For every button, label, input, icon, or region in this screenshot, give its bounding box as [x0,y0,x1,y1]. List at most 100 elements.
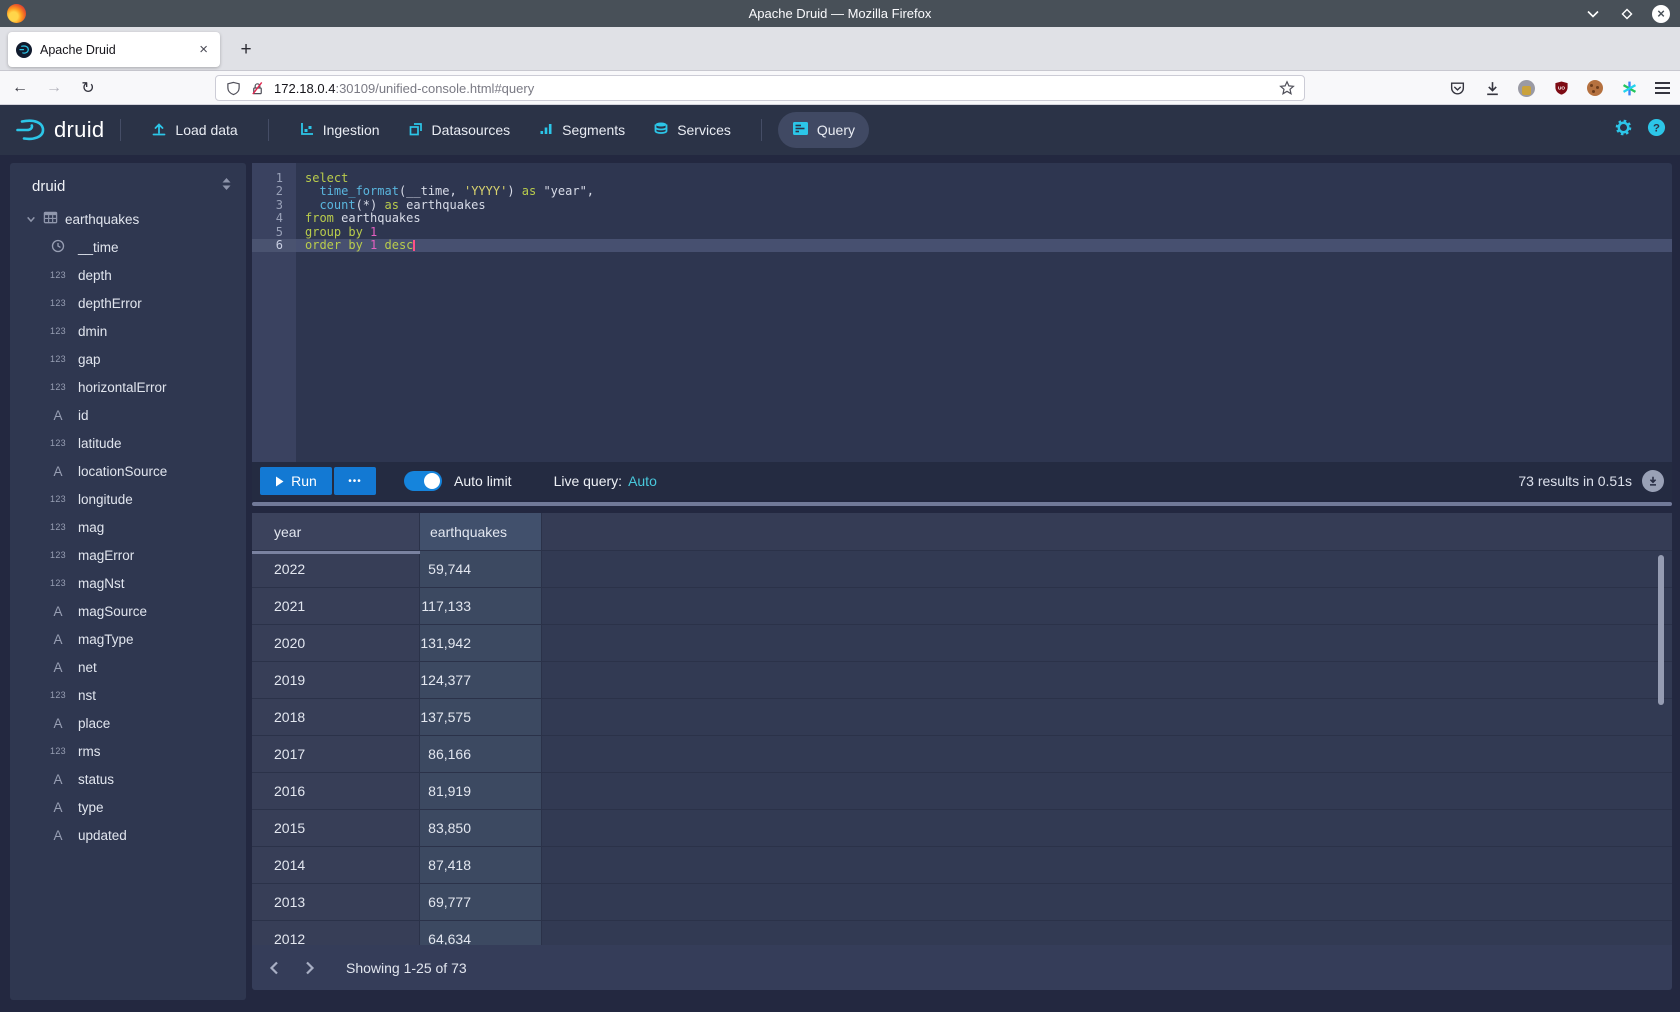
cell-earthquakes[interactable]: 59,744 [420,551,542,588]
url-bar[interactable]: 172.18.0.4:30109/unified-console.html#qu… [215,75,1305,101]
sidebar-table-earthquakes[interactable]: earthquakes [10,205,246,233]
help-icon[interactable]: ? [1647,118,1666,142]
editor-results-splitter[interactable] [252,502,1672,506]
live-query-label: Live query: [554,473,622,489]
sql-editor[interactable]: 123456 select time_format(__time, 'YYYY'… [252,163,1672,462]
new-tab-button[interactable]: + [232,36,260,64]
browser-tab-apache-druid[interactable]: Apache Druid × [8,32,220,67]
sidebar-column-magType[interactable]: AmagType [10,625,246,653]
druid-logo[interactable]: druid [14,116,104,144]
run-more-button[interactable]: ••• [334,467,376,495]
forward-icon[interactable]: → [40,75,68,101]
cell-year[interactable]: 2022 [252,551,420,588]
nav-item-query[interactable]: Query [778,112,869,148]
vertical-scrollbar[interactable] [1658,555,1664,705]
cell-earthquakes[interactable]: 117,133 [420,588,542,625]
nav-item-segments[interactable]: Segments [524,112,639,148]
cell-earthquakes[interactable]: 124,377 [420,662,542,699]
cell-earthquakes[interactable]: 137,575 [420,699,542,736]
sidebar-column-rms[interactable]: 123rms [10,737,246,765]
editor-gutter: 123456 [252,163,296,462]
menu-icon[interactable] [1655,82,1670,94]
cell-year[interactable]: 2021 [252,588,420,625]
sidebar-column-gap[interactable]: 123gap [10,345,246,373]
cell-year[interactable]: 2017 [252,736,420,773]
sidebar-column-dmin[interactable]: 123dmin [10,317,246,345]
next-page-icon[interactable] [296,954,324,982]
nav-item-load-data[interactable]: Load data [137,112,251,148]
cell-year[interactable]: 2019 [252,662,420,699]
column-header-year[interactable]: year [252,513,420,551]
cell-earthquakes[interactable]: 86,166 [420,736,542,773]
horizontal-scrollbar[interactable] [252,551,420,554]
chevron-down-icon[interactable] [26,214,36,224]
sort-toggle-icon[interactable] [221,177,232,195]
sidebar-column-status[interactable]: Astatus [10,765,246,793]
sidebar-column-id[interactable]: Aid [10,401,246,429]
multicolor-asterisk-icon[interactable] [1620,79,1638,97]
table-row: 2020131,942 [252,625,1672,662]
sidebar-column-magError[interactable]: 123magError [10,541,246,569]
tab-close-icon[interactable]: × [195,41,212,58]
sidebar-column-magNst[interactable]: 123magNst [10,569,246,597]
cell-year[interactable]: 2018 [252,699,420,736]
download-results-icon[interactable] [1642,470,1664,492]
sidebar-column-mag[interactable]: 123mag [10,513,246,541]
nav-item-ingestion[interactable]: Ingestion [285,112,394,148]
window-maximize-icon[interactable] [1618,5,1636,23]
cell-earthquakes[interactable]: 83,850 [420,810,542,847]
window-close-icon[interactable]: × [1652,5,1670,23]
cell-year[interactable]: 2015 [252,810,420,847]
schema-header: druid [10,163,246,205]
cell-earthquakes[interactable]: 69,777 [420,884,542,921]
prev-page-icon[interactable] [260,954,288,982]
cookie-icon[interactable] [1587,80,1603,96]
shield-icon[interactable] [224,79,242,97]
nav-item-label: Segments [562,122,625,138]
cell-earthquakes[interactable]: 64,634 [420,921,542,945]
sidebar-column-latitude[interactable]: 123latitude [10,429,246,457]
auto-limit-toggle[interactable] [404,471,442,491]
sidebar-column-depth[interactable]: 123depth [10,261,246,289]
window-minimize-icon[interactable] [1584,5,1602,23]
editor-code[interactable]: select time_format(__time, 'YYYY') as "y… [296,163,1672,462]
sidebar-column-horizontalError[interactable]: 123horizontalError [10,373,246,401]
sidebar-column-magSource[interactable]: AmagSource [10,597,246,625]
cell-earthquakes[interactable]: 81,919 [420,773,542,810]
numeric-type-icon: 123 [46,382,70,392]
sidebar-column-updated[interactable]: Aupdated [10,821,246,849]
sidebar-column-locationSource[interactable]: AlocationSource [10,457,246,485]
sidebar-column-place[interactable]: Aplace [10,709,246,737]
code-line: time_format(__time, 'YYYY') as "year", [296,185,1672,198]
lock-broken-icon[interactable] [248,79,266,97]
cell-year[interactable]: 2013 [252,884,420,921]
sidebar-column-type[interactable]: Atype [10,793,246,821]
back-icon[interactable]: ← [6,75,34,101]
sidebar-column-longitude[interactable]: 123longitude [10,485,246,513]
nav-item-datasources[interactable]: Datasources [394,112,525,148]
reload-icon[interactable]: ↻ [74,75,102,101]
sidebar-column-depthError[interactable]: 123depthError [10,289,246,317]
downloads-icon[interactable] [1483,79,1501,97]
column-header-earthquakes[interactable]: earthquakes [420,513,542,551]
cell-year[interactable]: 2014 [252,847,420,884]
nav-item-services[interactable]: Services [639,112,745,148]
results-body: 202259,7442021117,1332020131,9422019124,… [252,551,1672,945]
cell-year[interactable]: 2020 [252,625,420,662]
pocket-icon[interactable] [1448,79,1466,97]
cell-earthquakes[interactable]: 131,942 [420,625,542,662]
settings-gear-icon[interactable] [1614,118,1633,142]
live-query-value[interactable]: Auto [628,473,657,489]
sidebar-column-__time[interactable]: __time [10,233,246,261]
ublock-icon[interactable]: UO [1552,79,1570,97]
sidebar-column-net[interactable]: Anet [10,653,246,681]
cell-year[interactable]: 2016 [252,773,420,810]
run-button[interactable]: Run [260,467,332,495]
table-row: 201487,418 [252,847,1672,884]
cell-earthquakes[interactable]: 87,418 [420,847,542,884]
url-text[interactable]: 172.18.0.4:30109/unified-console.html#qu… [274,81,1278,96]
cell-year[interactable]: 2012 [252,921,420,945]
sidebar-column-nst[interactable]: 123nst [10,681,246,709]
extension-icon[interactable] [1518,80,1535,97]
bookmark-star-icon[interactable] [1278,79,1296,97]
